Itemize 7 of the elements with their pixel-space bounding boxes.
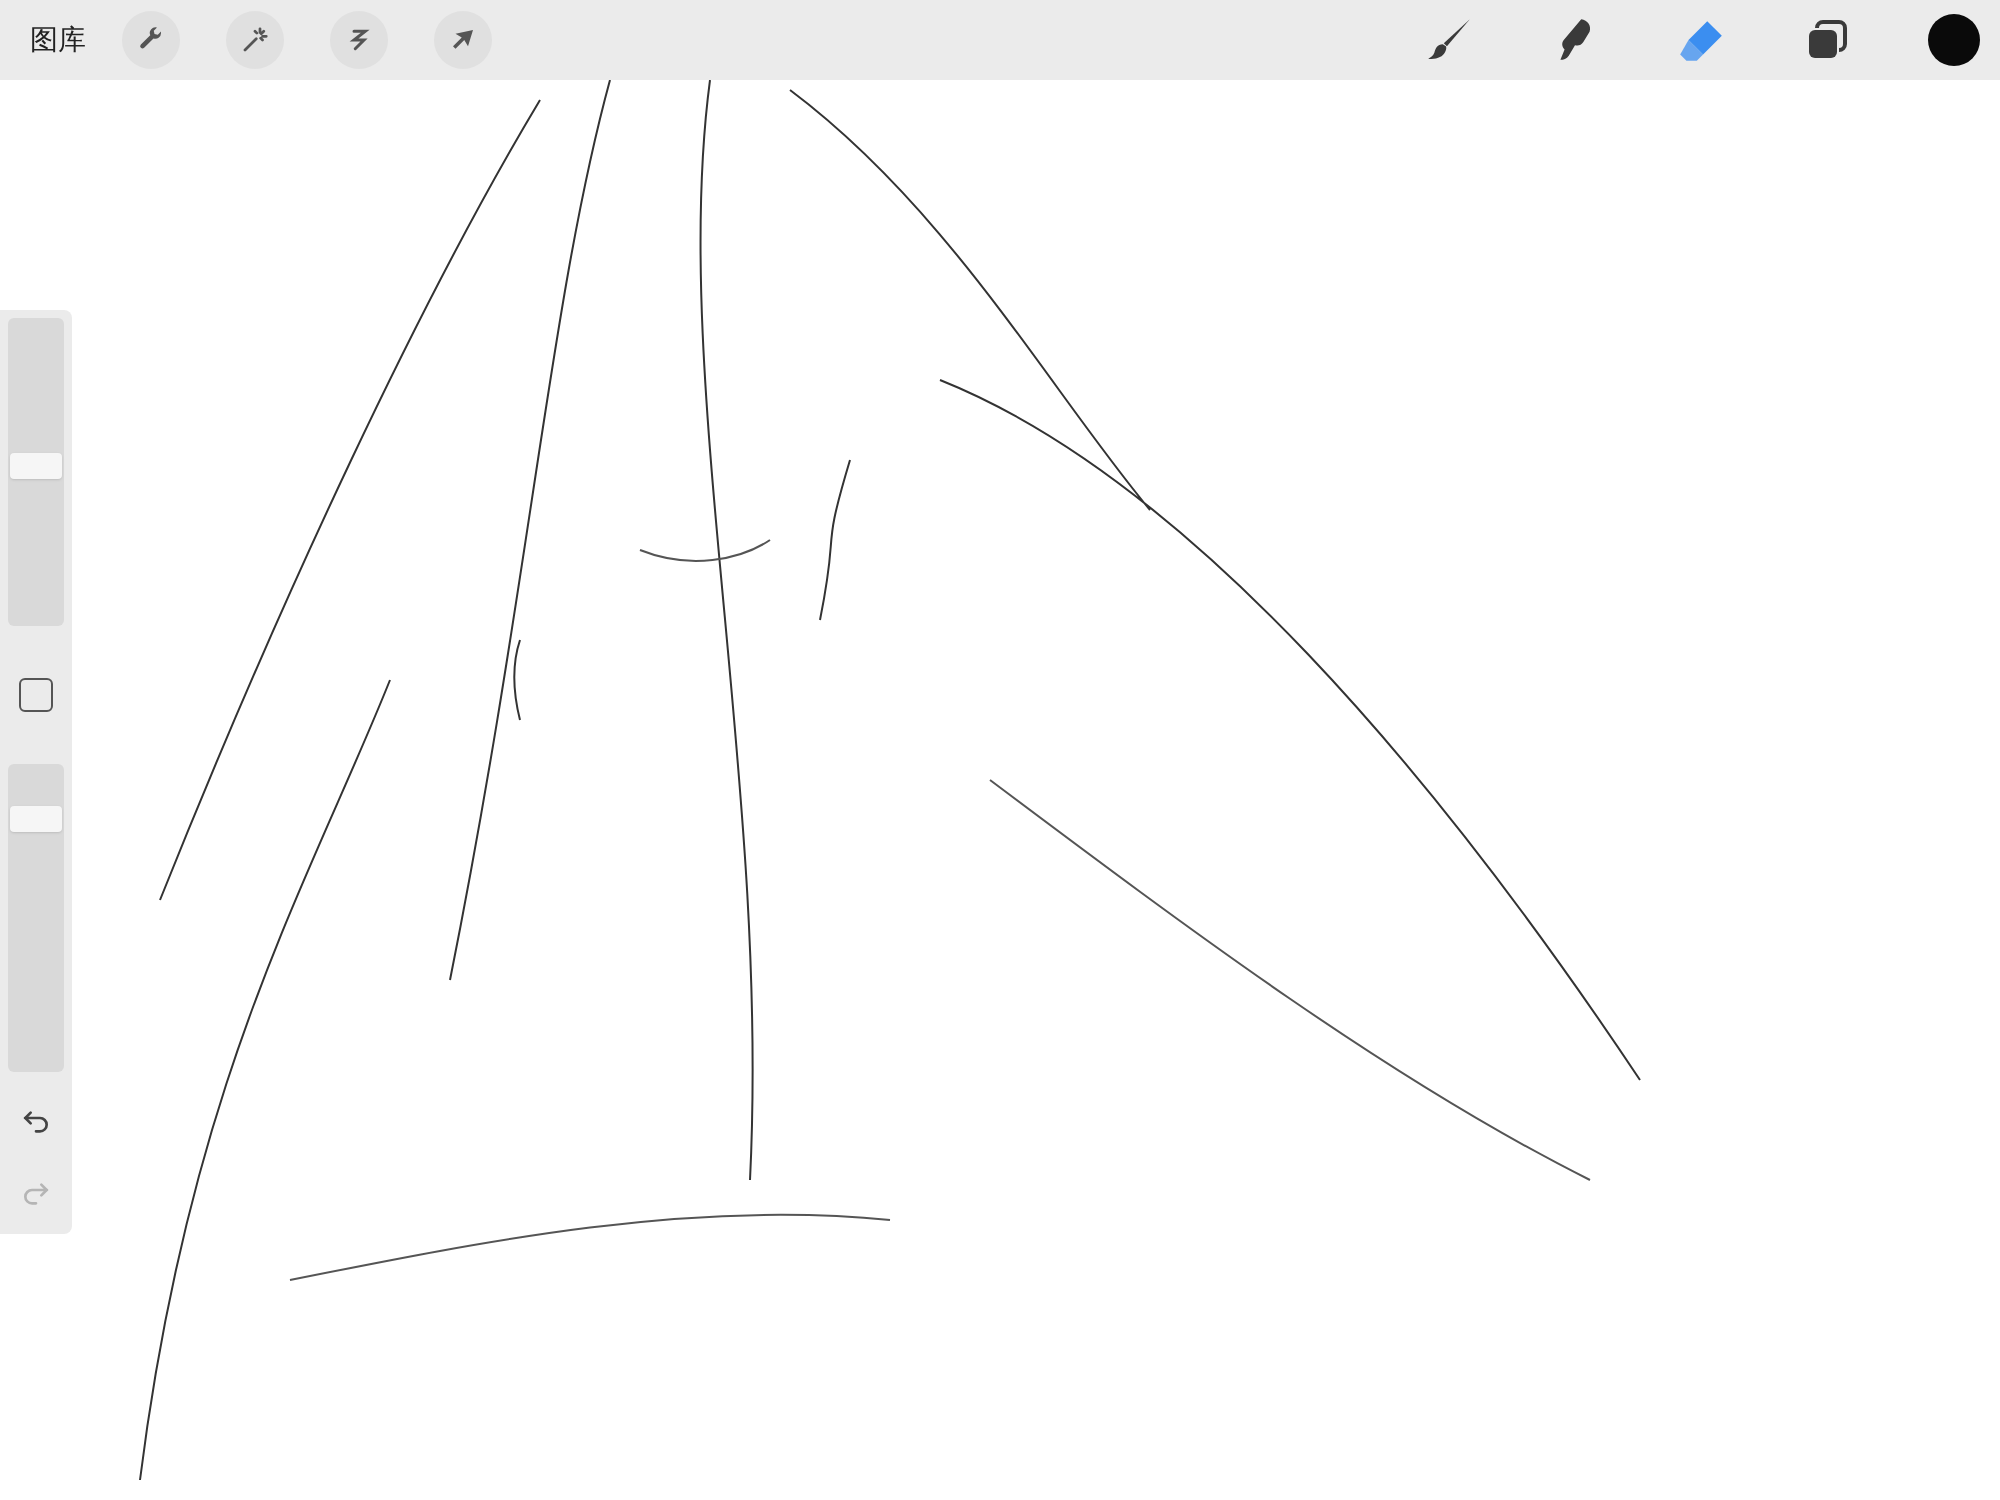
- color-swatch[interactable]: [1928, 14, 1980, 66]
- gallery-button[interactable]: 图库: [30, 19, 86, 61]
- slider-thumb[interactable]: [10, 806, 62, 833]
- brush-size-slider[interactable]: [8, 318, 64, 626]
- slider-thumb[interactable]: [10, 453, 62, 480]
- modify-button[interactable]: [19, 678, 53, 712]
- opacity-slider[interactable]: [8, 764, 64, 1072]
